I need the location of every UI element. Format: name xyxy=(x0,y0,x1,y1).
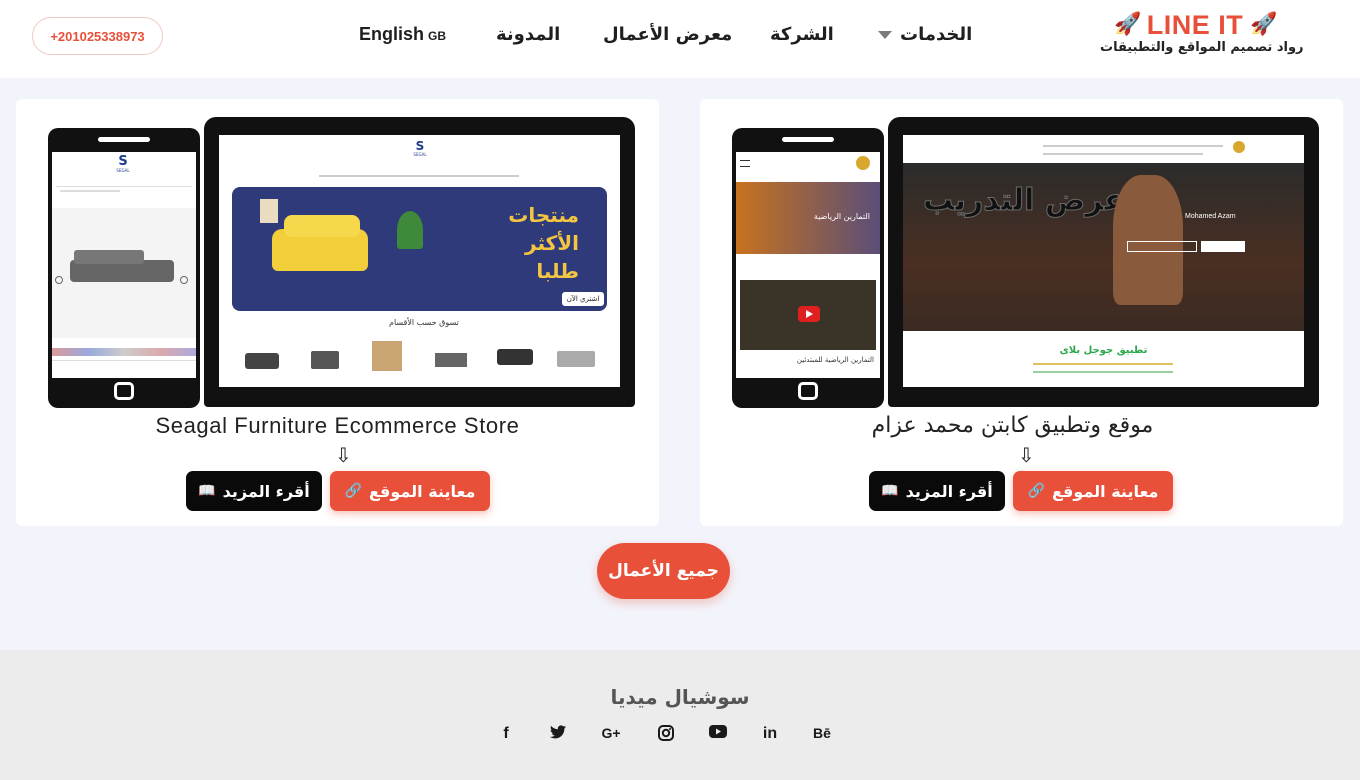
laptop-screen-preview: عرض التدريب Mohamed Azam تطبيق جوجل بلاى xyxy=(903,135,1304,387)
project-card-seagal: S SEGAL S SEGAL منتجات الأكثر طلبا اشتري… xyxy=(16,99,659,526)
all-works-button[interactable]: جميع الأعمال xyxy=(597,543,730,599)
project-card-mohamed-azam: التمارين الرياضية التمارين الرياضية للمب… xyxy=(700,99,1343,526)
read-more-button[interactable]: 📖 أقرء المزيد xyxy=(186,471,322,511)
nav-language-switcher[interactable]: English GB xyxy=(359,24,446,45)
promo-banner: منتجات الأكثر طلبا اشتري الآن xyxy=(232,187,607,311)
phone-banner: التمارين الرياضية xyxy=(736,182,880,254)
book-reader-icon: 📖 xyxy=(198,483,216,499)
sofa-product-image xyxy=(52,208,196,338)
chevron-down-icon xyxy=(878,30,892,39)
site-logo[interactable]: 🚀 LINE IT 🚀 رواد تصميم المواقع والتطبيقا… xyxy=(1100,10,1304,66)
read-more-label: أقرء المزيد xyxy=(222,481,310,501)
nav-portfolio[interactable]: معرض الأعمال xyxy=(603,24,732,45)
phone-speaker xyxy=(782,137,834,142)
nav-company[interactable]: الشركة xyxy=(770,24,834,45)
phone-home-button xyxy=(798,382,818,400)
hero-image: عرض التدريب Mohamed Azam xyxy=(903,163,1304,331)
nav-services-label: الخدمات xyxy=(900,24,973,45)
phone-number-button[interactable]: +201025338973 xyxy=(32,17,163,55)
google-plus-icon[interactable]: G+ xyxy=(598,725,624,747)
segal-logo: S SEGAL xyxy=(413,139,427,157)
laptop-screen-preview: S SEGAL منتجات الأكثر طلبا اشتري الآن تس… xyxy=(219,135,620,387)
project-title: موقع وتطبيق كابتن محمد عزام xyxy=(871,413,1154,438)
preview-site-label: معاينة الموقع xyxy=(1052,481,1159,501)
project-title: Seagal Furniture Ecommerce Store xyxy=(155,413,520,438)
laptop-mockup: S SEGAL منتجات الأكثر طلبا اشتري الآن تس… xyxy=(204,117,635,407)
logo-tagline: رواد تصميم المواقع والتطبيقات xyxy=(1100,40,1304,55)
read-more-label: أقرء المزيد xyxy=(905,481,993,501)
phone-mockup: التمارين الرياضية التمارين الرياضية للمب… xyxy=(732,128,884,408)
preview-site-button[interactable]: 🔗 معاينة الموقع xyxy=(1013,471,1173,511)
preview-site-label: معاينة الموقع xyxy=(369,481,476,501)
behance-icon[interactable]: Bē xyxy=(809,725,835,747)
social-media-title: سوشيال ميديا xyxy=(610,685,750,709)
youtube-icon[interactable] xyxy=(705,725,731,747)
phone-screen-preview: S SEGAL xyxy=(52,152,196,378)
twitter-icon[interactable] xyxy=(545,725,571,747)
rocket-icon: 🚀 xyxy=(1250,12,1278,37)
read-more-button[interactable]: 📖 أقرء المزيد xyxy=(869,471,1005,511)
link-icon: 🔗 xyxy=(344,483,362,499)
arrow-down-icon: ⇩ xyxy=(1018,443,1035,467)
laptop-mockup: عرض التدريب Mohamed Azam تطبيق جوجل بلاى xyxy=(888,117,1319,407)
phone-mockup: S SEGAL xyxy=(48,128,200,408)
link-icon: 🔗 xyxy=(1027,483,1045,499)
facebook-icon[interactable]: f xyxy=(493,725,519,747)
instagram-icon[interactable] xyxy=(653,725,679,747)
book-reader-icon: 📖 xyxy=(881,483,899,499)
nav-blog[interactable]: المدونة xyxy=(496,24,560,45)
arrow-down-icon: ⇩ xyxy=(335,443,352,467)
phone-home-button xyxy=(114,382,134,400)
nav-services[interactable]: الخدمات xyxy=(878,24,972,45)
video-thumbnail xyxy=(740,280,876,350)
nav-language-code: GB xyxy=(428,29,447,43)
nav-language-label: English xyxy=(359,24,425,44)
site-footer: سوشيال ميديا f G+ in Bē xyxy=(0,650,1360,780)
segal-logo: S SEGAL xyxy=(116,154,130,173)
preview-site-button[interactable]: 🔗 معاينة الموقع xyxy=(330,471,490,511)
phone-screen-preview: التمارين الرياضية التمارين الرياضية للمب… xyxy=(736,152,880,378)
linkedin-icon[interactable]: in xyxy=(757,725,783,747)
site-header: +201025338973 English GB المدونة معرض الأ… xyxy=(0,0,1360,78)
phone-speaker xyxy=(98,137,150,142)
